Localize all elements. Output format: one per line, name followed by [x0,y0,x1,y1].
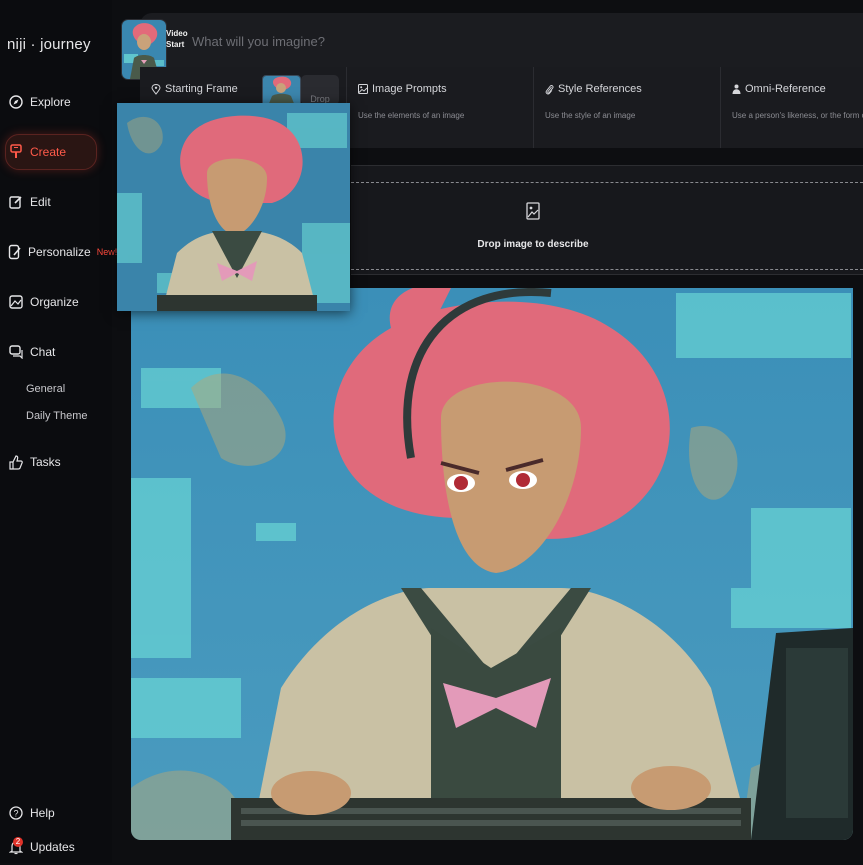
omni-reference-desc: Use a person's likeness, or the form of … [732,111,863,120]
omni-reference-section[interactable]: Omni-Reference Use a person's likeness, … [720,67,863,148]
edit-icon [8,194,24,210]
nav-explore[interactable]: Explore [6,84,96,120]
describe-label: Drop image to describe [477,239,589,250]
image-prompts-label: Image Prompts [372,83,447,95]
image-folder-icon [8,294,24,310]
style-references-desc: Use the style of an image [545,111,636,120]
brush-icon [8,144,24,160]
nav-help[interactable]: ? Help [6,795,96,831]
style-references-section[interactable]: Style References Use the style of an ima… [533,67,720,148]
nav-label: Tasks [30,455,61,469]
nav-label: Create [30,145,67,159]
starting-frame-label: Starting Frame [165,83,238,95]
nav-label: Explore [30,95,71,109]
dashed-divider [351,182,863,183]
omni-reference-title: Omni-Reference [732,83,826,95]
thumbs-up-icon [8,454,24,470]
nav-chat[interactable]: Chat [6,334,96,370]
start-label: Start [166,40,185,49]
image-icon [358,84,368,94]
prompt-input[interactable] [190,29,794,53]
location-pin-icon [151,83,161,95]
chat-channel-daily-theme[interactable]: Daily Theme [26,410,88,422]
style-references-title: Style References [545,83,642,95]
nav-label: Help [30,806,55,820]
image-prompts-section[interactable]: Image Prompts Use the elements of an ima… [346,67,534,148]
personalize-icon [8,244,22,260]
image-prompts-desc: Use the elements of an image [358,111,465,120]
nav-updates[interactable]: Updates [6,829,96,865]
describe-drop-zone[interactable]: Drop image to describe [351,165,863,275]
nav-label: Personalize [28,245,91,259]
svg-text:?: ? [13,809,18,819]
generated-image[interactable] [131,288,853,840]
style-references-label: Style References [558,83,642,95]
updates-count-badge: 2 [13,837,23,847]
help-icon: ? [8,805,24,821]
nav-create[interactable]: Create [5,134,97,170]
starting-frame-preview [117,103,350,311]
nav-label: Updates [30,840,75,854]
omni-reference-label: Omni-Reference [745,83,826,95]
chat-icon [8,344,24,360]
person-icon [732,84,741,94]
sidebar: niji · journey Explore Create Edit Perso… [0,0,117,865]
nav-label: Edit [30,195,51,209]
paperclip-icon [545,84,554,94]
video-label: Video [166,29,188,38]
nav-personalize[interactable]: Personalize New! [6,234,117,270]
chat-channel-general[interactable]: General [26,383,65,395]
nav-label: Organize [30,295,79,309]
nav-tasks[interactable]: Tasks [6,444,96,480]
image-upload-icon [526,202,540,225]
dashed-divider [351,269,863,270]
new-badge: New! [96,247,118,257]
prompt-bar [140,13,863,67]
starting-frame-title: Starting Frame [151,83,238,95]
compass-icon [8,94,24,110]
starting-frame-drop-box[interactable]: Drop [301,75,339,105]
brand-logo[interactable]: niji · journey [7,36,91,53]
nav-label: Chat [30,345,56,359]
nav-edit[interactable]: Edit [6,184,96,220]
image-prompts-title: Image Prompts [358,83,447,95]
nav-organize[interactable]: Organize [6,284,96,320]
